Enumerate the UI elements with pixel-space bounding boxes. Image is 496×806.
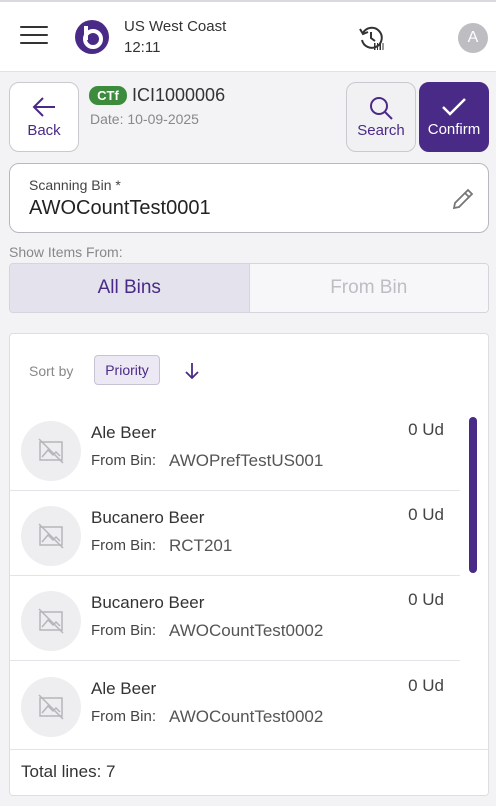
list-item[interactable]: Ale Beer From Bin: AWOCountTest0002 0 Ud xyxy=(10,662,460,747)
arrow-left-icon xyxy=(32,97,55,117)
tab-from-bin[interactable]: From Bin xyxy=(249,264,488,312)
scanning-bin-label: Scanning Bin * xyxy=(29,177,121,193)
total-lines: Total lines: 7 xyxy=(21,762,116,781)
arrow-down-icon[interactable] xyxy=(181,360,203,382)
tab-all-bins[interactable]: All Bins xyxy=(10,264,250,312)
image-placeholder-icon xyxy=(21,421,81,481)
document-date: Date: 10-09-2025 xyxy=(90,111,199,127)
back-label: Back xyxy=(27,122,61,139)
list-item[interactable]: Bucanero Beer From Bin: AWOCountTest0002… xyxy=(10,576,460,661)
pencil-icon[interactable] xyxy=(450,186,476,212)
scanning-bin-field[interactable]: Scanning Bin * AWOCountTest0001 xyxy=(9,163,489,233)
item-name: Ale Beer xyxy=(91,679,157,698)
from-bin-value: AWOPrefTestUS001 xyxy=(169,451,324,470)
document-number: ICI1000006 xyxy=(132,85,226,105)
check-icon xyxy=(442,98,466,116)
list-scrollbar[interactable] xyxy=(469,417,477,573)
image-placeholder-icon xyxy=(21,677,81,737)
item-name: Ale Beer xyxy=(91,423,157,442)
from-bin-label: From Bin: xyxy=(91,452,157,469)
list-item[interactable]: Bucanero Beer From Bin: RCT201 0 Ud xyxy=(10,491,460,576)
search-icon xyxy=(370,97,393,120)
from-bin-label: From Bin: xyxy=(91,622,157,639)
item-quantity: 0 Ud xyxy=(408,420,444,439)
from-bin-value: AWOCountTest0002 xyxy=(169,621,324,640)
current-time: 12:11 xyxy=(124,39,161,56)
confirm-button[interactable]: Confirm xyxy=(419,82,489,152)
item-quantity: 0 Ud xyxy=(408,676,444,695)
site-name: US West Coast xyxy=(124,18,227,35)
app-bar: US West Coast 12:11 A xyxy=(0,2,496,72)
item-name: Bucanero Beer xyxy=(91,508,205,527)
doc-type-badge: CTf xyxy=(89,86,127,105)
image-placeholder-icon xyxy=(21,591,81,651)
app-logo xyxy=(75,20,109,54)
list-item[interactable]: Ale Beer From Bin: AWOPrefTestUS001 0 Ud xyxy=(10,406,460,491)
search-button[interactable]: Search xyxy=(346,82,416,152)
image-placeholder-icon xyxy=(21,506,81,566)
show-items-from-caption: Show Items From: xyxy=(9,244,123,260)
sort-field-chip[interactable]: Priority xyxy=(94,355,160,385)
avatar[interactable]: A xyxy=(458,23,488,53)
confirm-label: Confirm xyxy=(427,121,481,138)
from-bin-label: From Bin: xyxy=(91,537,157,554)
items-list-card: Sort by Priority Ale Beer From Bin: AWOP… xyxy=(9,333,489,796)
menu-icon[interactable] xyxy=(20,26,48,48)
scanning-bin-value[interactable]: AWOCountTest0001 xyxy=(29,197,211,220)
bin-filter-toggle: All Bins From Bin xyxy=(9,263,489,313)
sort-by-label: Sort by xyxy=(29,363,74,379)
item-name: Bucanero Beer xyxy=(91,593,205,612)
history-icon[interactable] xyxy=(357,24,385,52)
from-bin-value: AWOCountTest0002 xyxy=(169,707,324,726)
search-label: Search xyxy=(357,122,405,139)
item-quantity: 0 Ud xyxy=(408,505,444,524)
back-button[interactable]: Back xyxy=(9,82,79,152)
item-quantity: 0 Ud xyxy=(408,590,444,609)
from-bin-label: From Bin: xyxy=(91,708,157,725)
from-bin-value: RCT201 xyxy=(169,536,233,555)
list-footer: Total lines: 7 xyxy=(10,749,488,795)
